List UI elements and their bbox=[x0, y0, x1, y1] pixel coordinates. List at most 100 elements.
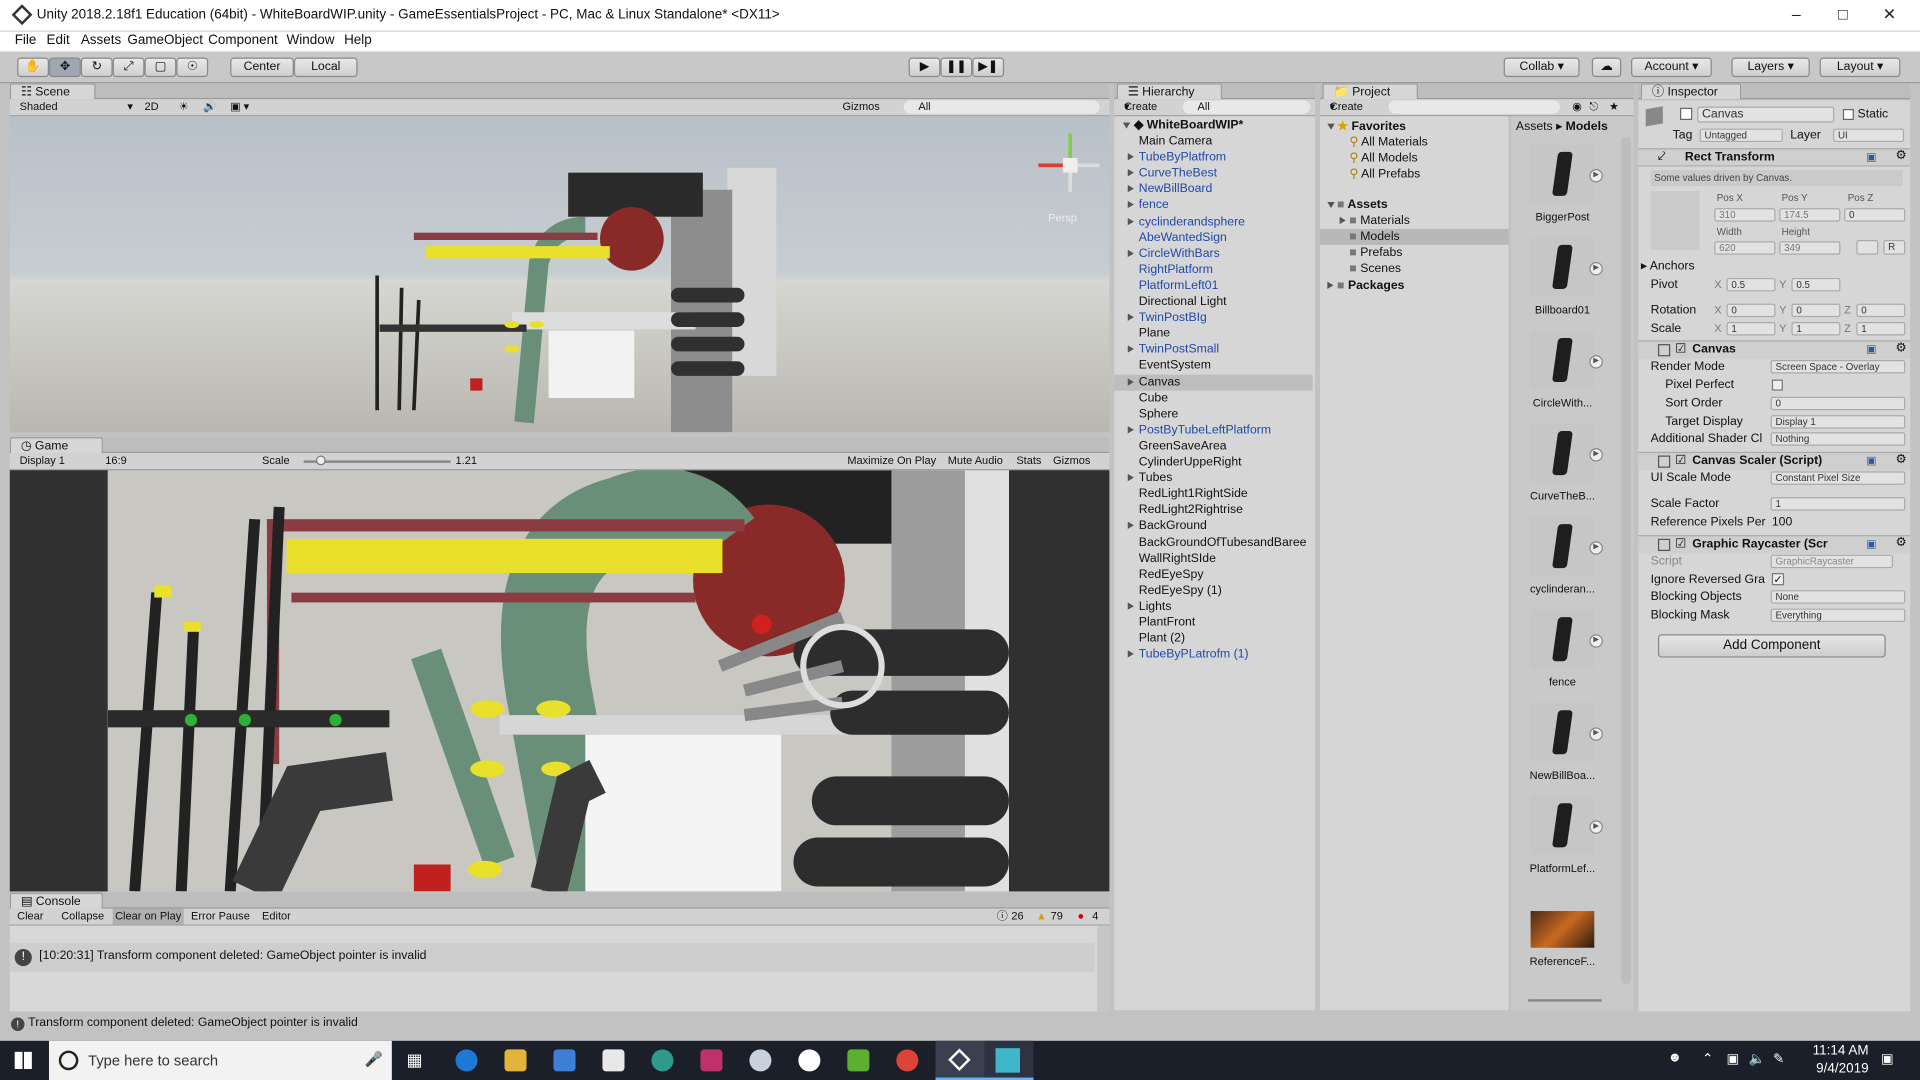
info-count-icon[interactable]: ⓘ bbox=[997, 909, 1008, 925]
effects-dropdown-icon[interactable]: ▣ ▾ bbox=[230, 99, 249, 115]
hierarchy-item[interactable]: RightPlatform bbox=[1139, 262, 1213, 278]
hierarchy-item[interactable]: GreenSaveArea bbox=[1139, 438, 1227, 454]
hierarchy-item[interactable]: Cube bbox=[1139, 390, 1168, 406]
tab-game[interactable]: ◷ Game bbox=[9, 437, 103, 454]
hierarchy-item[interactable]: WallRightSIde bbox=[1139, 551, 1216, 567]
expand-arrow-icon[interactable] bbox=[1127, 425, 1134, 434]
folder-models[interactable]: ■ Models bbox=[1320, 228, 1509, 245]
play-button[interactable]: ▶ bbox=[908, 57, 941, 78]
preview-play-icon[interactable]: ▶ bbox=[1589, 355, 1603, 369]
rotation-x-field[interactable]: 0 bbox=[1726, 303, 1776, 318]
additional-shader-dropdown[interactable]: Nothing bbox=[1770, 432, 1906, 446]
pause-button[interactable]: ❚❚ bbox=[940, 57, 973, 78]
asset-thumbnail[interactable] bbox=[1530, 423, 1595, 483]
close-button[interactable]: ✕ bbox=[1871, 5, 1908, 25]
scene-search-input[interactable]: All bbox=[903, 100, 1100, 114]
expand-arrow-icon[interactable] bbox=[1122, 122, 1131, 129]
anchor-preset-box[interactable] bbox=[1650, 191, 1700, 250]
hierarchy-item[interactable]: RedLight2Rightrise bbox=[1139, 502, 1243, 518]
rotation-y-field[interactable]: 0 bbox=[1791, 303, 1841, 318]
add-component-button[interactable]: Add Component bbox=[1657, 634, 1886, 658]
hierarchy-item[interactable]: TwinPostSmall bbox=[1127, 342, 1219, 358]
pivot-y-field[interactable]: 0.5 bbox=[1791, 277, 1841, 292]
menu-gameobject[interactable]: GameObject bbox=[127, 33, 203, 48]
account-dropdown[interactable]: Account ▾ bbox=[1631, 57, 1712, 78]
hierarchy-item[interactable]: CurveTheBest bbox=[1127, 166, 1217, 182]
taskbar-search-box[interactable]: Type here to search 🎤 bbox=[48, 1040, 392, 1080]
tab-project[interactable]: 📁 Project bbox=[1322, 83, 1418, 100]
expand-arrow-icon[interactable] bbox=[1127, 313, 1134, 321]
assets-expand-icon[interactable] bbox=[1327, 202, 1335, 209]
breadcrumb-assets[interactable]: Assets bbox=[1516, 120, 1553, 133]
hierarchy-item[interactable]: CylinderUppeRight bbox=[1139, 454, 1242, 470]
ignore-reversed-checkbox[interactable]: ✓ bbox=[1771, 573, 1785, 586]
console-scrollbar[interactable] bbox=[1097, 925, 1110, 1012]
microphone-icon[interactable]: 🎤 bbox=[365, 1051, 383, 1068]
expand-arrow-icon[interactable] bbox=[1127, 169, 1134, 177]
menu-component[interactable]: Component bbox=[208, 33, 278, 48]
app-globe-icon[interactable] bbox=[651, 1049, 674, 1072]
rotate-tool-button[interactable]: ↻ bbox=[80, 57, 113, 78]
menu-window[interactable]: Window bbox=[287, 33, 335, 48]
hierarchy-item[interactable]: CircleWithBars bbox=[1127, 246, 1220, 262]
folder-expand-icon[interactable] bbox=[1339, 216, 1346, 225]
error-count-icon[interactable]: ● bbox=[1078, 909, 1085, 925]
scale-factor-field[interactable]: 1 bbox=[1770, 497, 1906, 511]
expand-arrow-icon[interactable] bbox=[1127, 345, 1134, 354]
anchors-foldout[interactable]: ▸ Anchors bbox=[1641, 258, 1695, 274]
display-dropdown[interactable]: Display 1 bbox=[20, 453, 65, 469]
hierarchy-item[interactable]: NewBillBoard bbox=[1127, 182, 1212, 198]
tab-inspector[interactable]: ⓘ Inspector bbox=[1640, 83, 1742, 100]
hierarchy-item[interactable]: Sphere bbox=[1139, 406, 1178, 422]
static-checkbox[interactable] bbox=[1842, 108, 1854, 121]
console-clear-button[interactable]: Clear bbox=[17, 909, 43, 925]
volume-icon[interactable]: 🔈 bbox=[1749, 1051, 1766, 1067]
preview-play-icon[interactable]: ▶ bbox=[1589, 634, 1603, 648]
tag-dropdown[interactable]: Untagged bbox=[1699, 128, 1783, 143]
tab-hierarchy[interactable]: ☰ Hierarchy bbox=[1116, 83, 1223, 100]
expand-arrow-icon[interactable] bbox=[1127, 377, 1134, 386]
cloud-icon[interactable]: ☁ bbox=[1591, 57, 1622, 78]
asset-thumbnail[interactable] bbox=[1530, 795, 1595, 855]
raycaster-enabled-checkbox[interactable]: ☑ bbox=[1675, 538, 1686, 551]
preview-play-icon[interactable]: ▶ bbox=[1589, 262, 1603, 276]
hierarchy-item[interactable]: BackGround bbox=[1127, 518, 1207, 534]
pivot-center-button[interactable]: Center bbox=[230, 57, 294, 78]
expand-arrow-icon[interactable] bbox=[1127, 201, 1134, 209]
expand-arrow-icon[interactable] bbox=[1127, 185, 1134, 193]
asset-thumbnail[interactable] bbox=[1530, 609, 1595, 669]
app-w-icon[interactable] bbox=[798, 1049, 821, 1072]
pivot-local-button[interactable]: Local bbox=[293, 57, 358, 78]
layer-dropdown[interactable]: UI bbox=[1833, 128, 1905, 143]
ui-scale-mode-dropdown[interactable]: Constant Pixel Size bbox=[1770, 471, 1906, 485]
tab-scene[interactable]: ☷ Scene bbox=[9, 83, 96, 100]
pivot-x-field[interactable]: 0.5 bbox=[1726, 277, 1776, 292]
windows-start-icon[interactable] bbox=[14, 1051, 32, 1069]
hierarchy-item[interactable]: RedEyeSpy (1) bbox=[1139, 583, 1222, 599]
thumbnail-size-slider[interactable] bbox=[1528, 999, 1602, 1002]
hierarchy-search-input[interactable]: All bbox=[1182, 100, 1311, 114]
preview-play-icon[interactable]: ▶ bbox=[1589, 541, 1603, 555]
width-field[interactable]: 620 bbox=[1714, 241, 1776, 255]
expand-arrow-icon[interactable] bbox=[1127, 153, 1134, 161]
filter-by-label-icon[interactable]: ⎋ bbox=[1589, 99, 1598, 115]
console-entry[interactable]: ! [10:20:31] Transform component deleted… bbox=[9, 942, 1095, 973]
console-error-pause-toggle[interactable]: Error Pause bbox=[191, 909, 250, 925]
preview-play-icon[interactable]: ▶ bbox=[1589, 820, 1603, 834]
scale-y-field[interactable]: 1 bbox=[1791, 322, 1841, 336]
blocking-mask-dropdown[interactable]: Everything bbox=[1770, 608, 1906, 623]
project-search-input[interactable] bbox=[1388, 100, 1561, 114]
posz-field[interactable]: 0 bbox=[1844, 208, 1906, 222]
raw-edit-button[interactable]: R bbox=[1883, 240, 1906, 255]
move-tool-button[interactable]: ✥ bbox=[48, 57, 81, 78]
blocking-objects-dropdown[interactable]: None bbox=[1770, 590, 1906, 604]
hierarchy-item[interactable]: Canvas bbox=[1127, 374, 1180, 390]
hierarchy-item[interactable]: Main Camera bbox=[1139, 133, 1213, 149]
hierarchy-item[interactable]: BackGroundOfTubesandBaree bbox=[1139, 534, 1307, 550]
hierarchy-item[interactable]: Plant (2) bbox=[1139, 631, 1185, 647]
maximize-on-play-toggle[interactable]: Maximize On Play bbox=[847, 453, 936, 469]
posx-field[interactable]: 310 bbox=[1714, 208, 1776, 222]
preview-play-icon[interactable]: ▶ bbox=[1589, 168, 1603, 183]
render-mode-dropdown[interactable]: Screen Space - Overlay bbox=[1770, 360, 1906, 374]
favorites-folder[interactable]: ★ Favorites bbox=[1327, 119, 1406, 135]
